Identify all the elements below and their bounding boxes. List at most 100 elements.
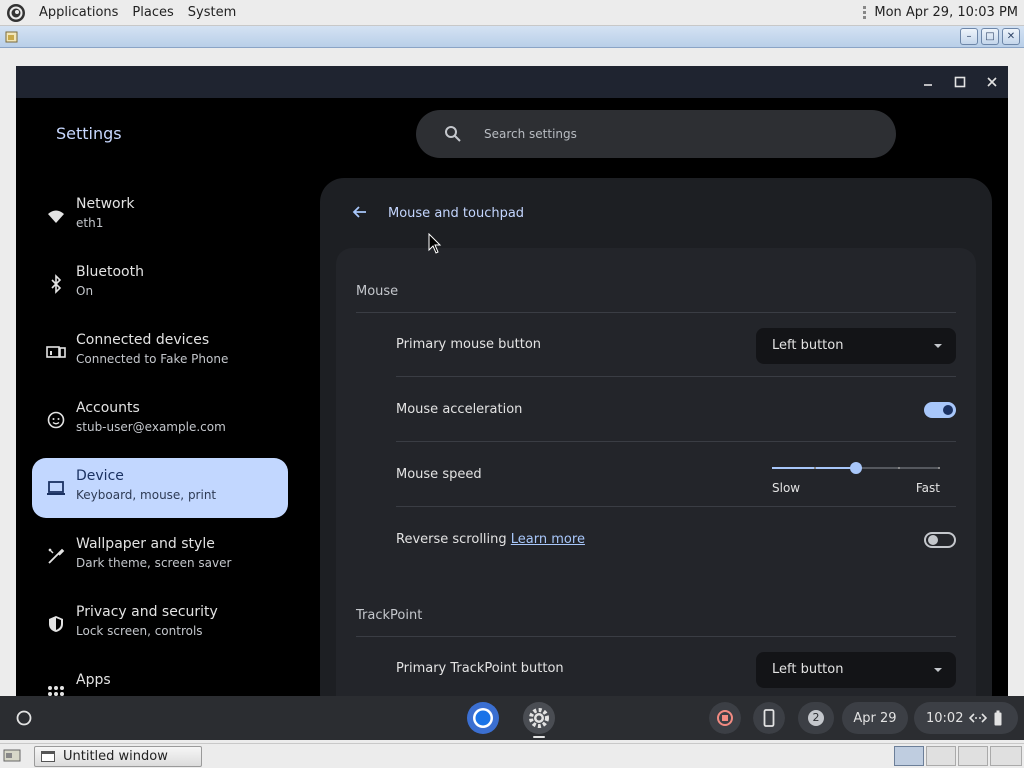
mouse-speed-row: Mouse speed Slow Fast [396,443,956,507]
window-icon [41,751,55,762]
primary-mouse-button-row: Primary mouse button Left button [396,313,956,377]
window-app-icon[interactable] [4,29,20,45]
workspace-4[interactable] [990,746,1022,766]
workspace-2[interactable] [926,746,956,766]
toggle-knob [943,405,953,415]
places-menu[interactable]: Places [125,5,180,20]
sidebar-item-sublabel: eth1 [76,216,104,230]
primary-trackpoint-button-label: Primary TrackPoint button [396,661,564,676]
search-box[interactable] [416,110,896,158]
taskbar-window-title: Untitled window [63,749,168,764]
paintbrush-icon [48,548,65,564]
show-desktop-icon[interactable] [3,749,21,763]
sidebar-item-wallpaper[interactable]: Wallpaper and style Dark theme, screen s… [32,526,288,586]
settings-window: Settings Network eth1 Bluetooth On [16,66,1008,696]
outer-maximize-button[interactable]: □ [981,28,999,45]
sidebar-item-sublabel: stub-user@example.com [76,420,226,434]
section-heading-trackpoint: TrackPoint [356,608,423,623]
primary-trackpoint-button-select[interactable]: Left button [756,652,956,688]
page-title: Mouse and touchpad [388,206,525,221]
sidebar-item-sublabel: On [76,284,94,298]
mouse-acceleration-toggle[interactable] [924,402,956,418]
toggle-knob [928,535,938,545]
slider-tick [898,467,900,469]
slider-min-label: Slow [772,481,801,495]
top-panel: Applications Places System Mon Apr 29, 1… [0,0,1024,26]
primary-mouse-button-select[interactable]: Left button [756,328,956,364]
settings-gear-icon[interactable] [522,701,556,735]
chrome-icon[interactable] [466,701,500,735]
workspace-1[interactable] [894,746,924,766]
search-input[interactable] [484,127,864,141]
outer-close-button[interactable]: ✕ [1002,28,1020,45]
primary-mouse-button-label: Primary mouse button [396,337,542,352]
sidebar-item-label: Apps [76,672,111,688]
sidebar-item-label: Connected devices [76,332,210,348]
screen-record-icon[interactable] [709,702,741,734]
divider [396,506,956,507]
caret-down-icon [934,344,942,348]
workspace-3[interactable] [958,746,988,766]
caret-down-icon [934,668,942,672]
search-icon [445,126,461,142]
panel-handle-icon [863,6,867,19]
panel-clock[interactable]: Mon Apr 29, 10:03 PM [874,5,1018,20]
reverse-scrolling-text: Reverse scrolling [396,532,507,547]
sidebar-item-device[interactable]: Device Keyboard, mouse, print [32,458,288,518]
sidebar-item-apps[interactable]: Apps [32,662,288,696]
sidebar-item-label: Bluetooth [76,264,144,280]
sidebar-item-label: Wallpaper and style [76,536,215,552]
mouse-speed-slider[interactable]: Slow Fast [772,455,940,495]
date-tray[interactable]: Apr 29 [842,702,908,734]
maximize-icon [954,76,966,88]
sidebar: Network eth1 Bluetooth On Connected devi… [32,186,288,696]
notification-counter[interactable]: 2 [798,702,834,734]
sidebar-item-sublabel: Lock screen, controls [76,624,203,638]
back-arrow-icon[interactable] [350,202,370,222]
shelf-time: 10:02 [926,710,964,726]
primary-trackpoint-button-row: Primary TrackPoint button Left button [396,637,956,696]
slider-thumb[interactable] [850,462,862,474]
sidebar-item-sublabel: Keyboard, mouse, print [76,488,217,502]
sidebar-item-bluetooth[interactable]: Bluetooth On [32,254,288,314]
battery-icon [994,710,1002,726]
shelf: 2 Apr 29 10:02 [0,696,1024,740]
outer-minimize-button[interactable]: – [960,28,978,45]
learn-more-link[interactable]: Learn more [511,532,585,547]
wifi-icon [48,210,64,223]
bluetooth-icon [51,274,62,294]
primary-trackpoint-button-value: Left button [772,662,844,677]
shield-icon [49,616,63,632]
settings-card: Mouse Primary mouse button Left button M… [336,248,976,696]
sidebar-item-label: Accounts [76,400,140,416]
sidebar-item-label: Network [76,196,135,212]
phone-icon[interactable] [753,702,785,734]
system-menu[interactable]: System [181,5,243,20]
sidebar-item-connected-devices[interactable]: Connected devices Connected to Fake Phon… [32,322,288,382]
sidebar-item-sublabel: Connected to Fake Phone [76,352,229,366]
running-indicator [533,736,545,738]
settings-title: Settings [56,124,122,143]
applications-menu[interactable]: Applications [32,5,125,20]
phone-hub-icon [46,346,66,358]
sidebar-item-label: Device [76,468,124,484]
close-icon [987,77,997,87]
gnome-logo-icon[interactable] [6,3,26,23]
taskbar-window-button[interactable]: Untitled window [34,746,202,767]
sidebar-item-network[interactable]: Network eth1 [32,186,288,246]
sidebar-item-sublabel: Dark theme, screen saver [76,556,232,570]
maximize-button[interactable] [950,72,970,92]
reverse-scrolling-label: Reverse scrolling Learn more [396,532,585,547]
status-tray[interactable]: 10:02 [914,702,1018,734]
settings-titlebar[interactable] [16,66,1008,98]
main-panel: Mouse and touchpad Mouse Primary mouse b… [320,178,992,696]
outer-window-titlebar[interactable]: – □ ✕ [0,26,1024,48]
close-button[interactable] [982,72,1002,92]
mouse-acceleration-label: Mouse acceleration [396,402,523,417]
launcher-icon[interactable] [14,708,34,728]
minimize-button[interactable] [918,72,938,92]
slider-max-label: Fast [915,481,940,495]
sidebar-item-privacy[interactable]: Privacy and security Lock screen, contro… [32,594,288,654]
reverse-scrolling-toggle[interactable] [924,532,956,548]
sidebar-item-accounts[interactable]: Accounts stub-user@example.com [32,390,288,450]
